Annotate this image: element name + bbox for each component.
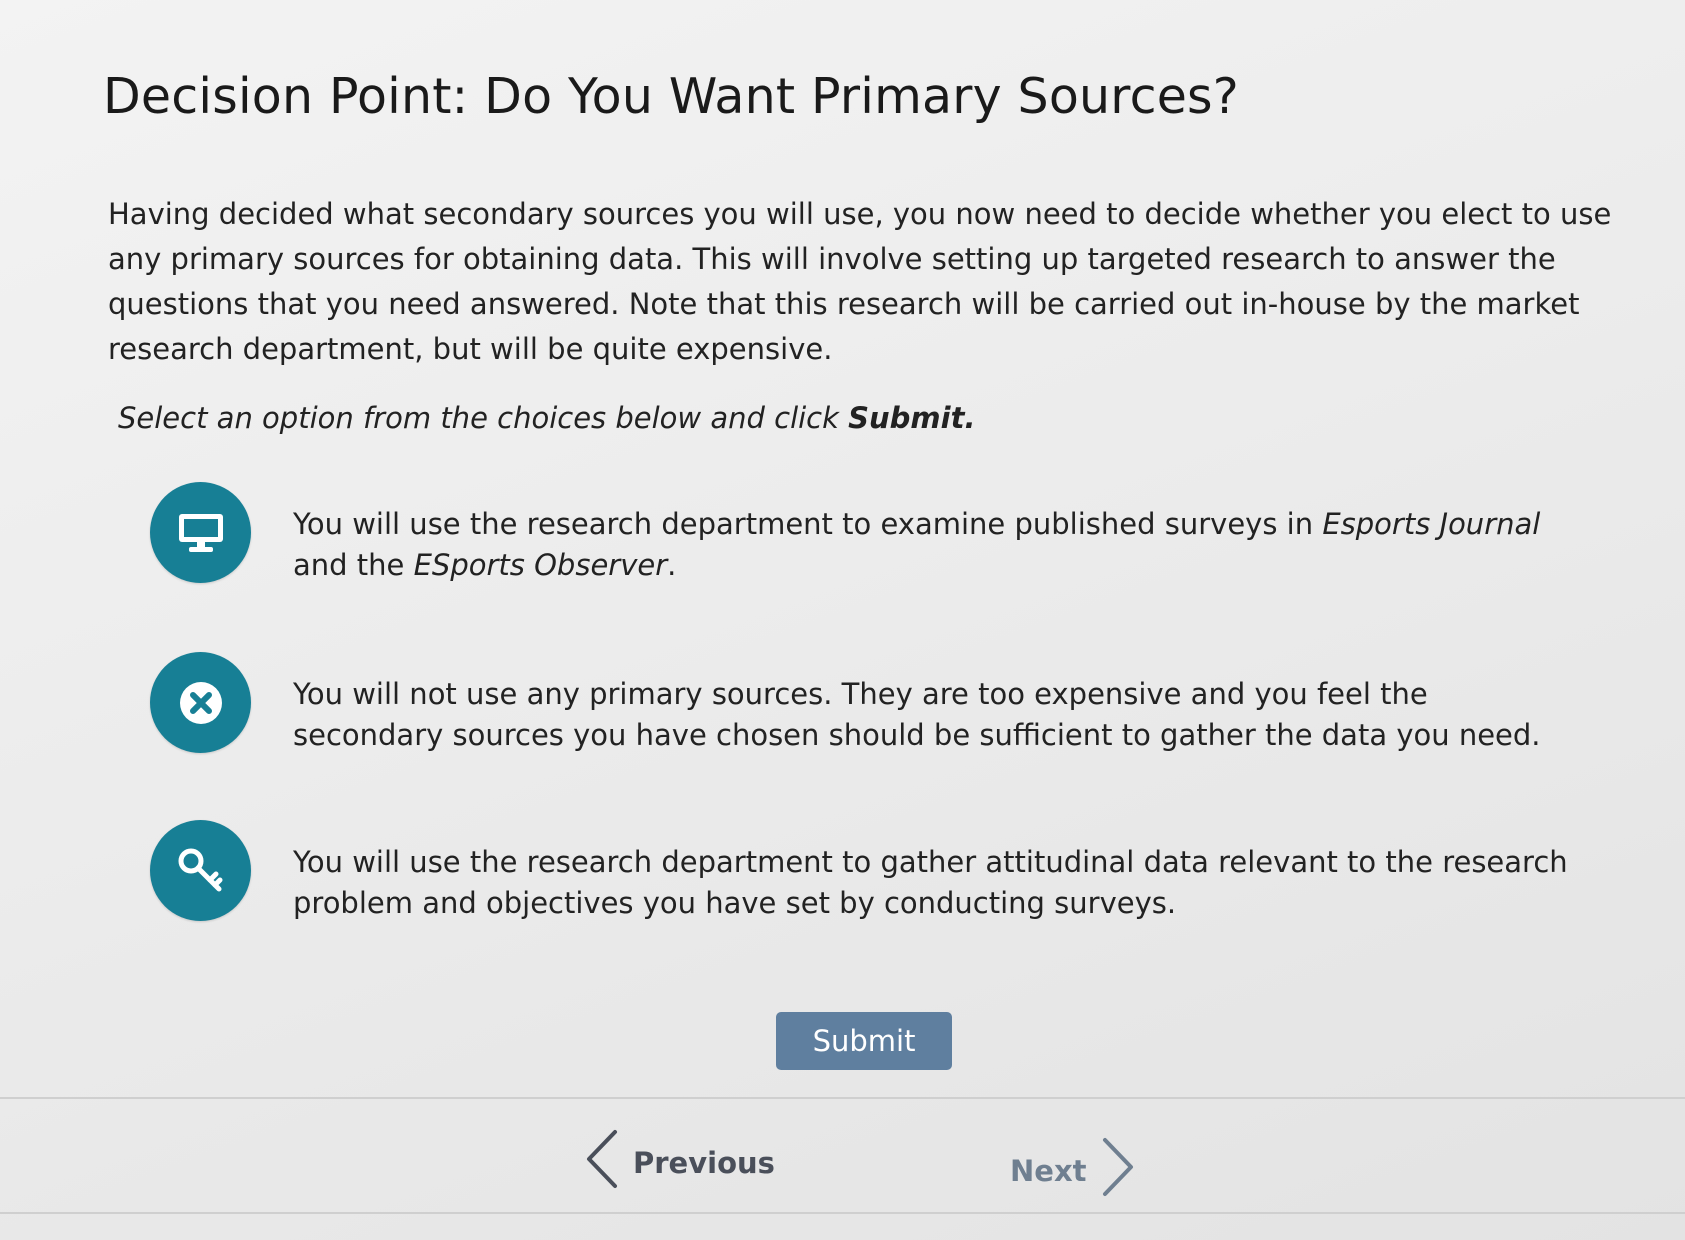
page-title: Decision Point: Do You Want Primary Sour… — [103, 68, 1239, 125]
option-text: You will use the research department to … — [293, 504, 1570, 586]
key-icon[interactable] — [150, 820, 251, 921]
divider — [0, 1097, 1685, 1099]
monitor-icon[interactable] — [150, 482, 251, 583]
chevron-right-icon — [1099, 1136, 1137, 1205]
option-no-primary-sources[interactable]: You will not use any primary sources. Th… — [150, 652, 1570, 756]
next-label: Next — [1010, 1153, 1087, 1188]
instruction-prefix: Select an option from the choices below … — [118, 401, 849, 435]
option-text-part: and the — [293, 548, 414, 582]
instruction-submit-emphasis: Submit. — [848, 401, 976, 435]
next-button[interactable]: Next — [1010, 1136, 1137, 1205]
instruction-text: Select an option from the choices below … — [118, 401, 975, 435]
journal-title: ESports Observer — [413, 548, 668, 582]
option-text: You will not use any primary sources. Th… — [293, 677, 1541, 752]
submit-button[interactable]: Submit — [776, 1012, 952, 1070]
divider — [0, 1212, 1685, 1214]
previous-label: Previous — [633, 1145, 775, 1180]
option-attitudinal-surveys[interactable]: You will use the research department to … — [150, 820, 1570, 924]
close-circle-icon[interactable] — [150, 652, 251, 753]
previous-button[interactable]: Previous — [583, 1128, 775, 1197]
chevron-left-icon — [583, 1128, 621, 1197]
intro-paragraph: Having decided what secondary sources yo… — [108, 197, 1612, 366]
option-text: You will use the research department to … — [293, 845, 1568, 920]
option-text-part: You will use the research department to … — [293, 507, 1323, 541]
option-examine-surveys[interactable]: You will use the research department to … — [150, 482, 1570, 586]
journal-title: Esports Journal — [1322, 507, 1541, 541]
option-text-part: . — [667, 548, 677, 582]
